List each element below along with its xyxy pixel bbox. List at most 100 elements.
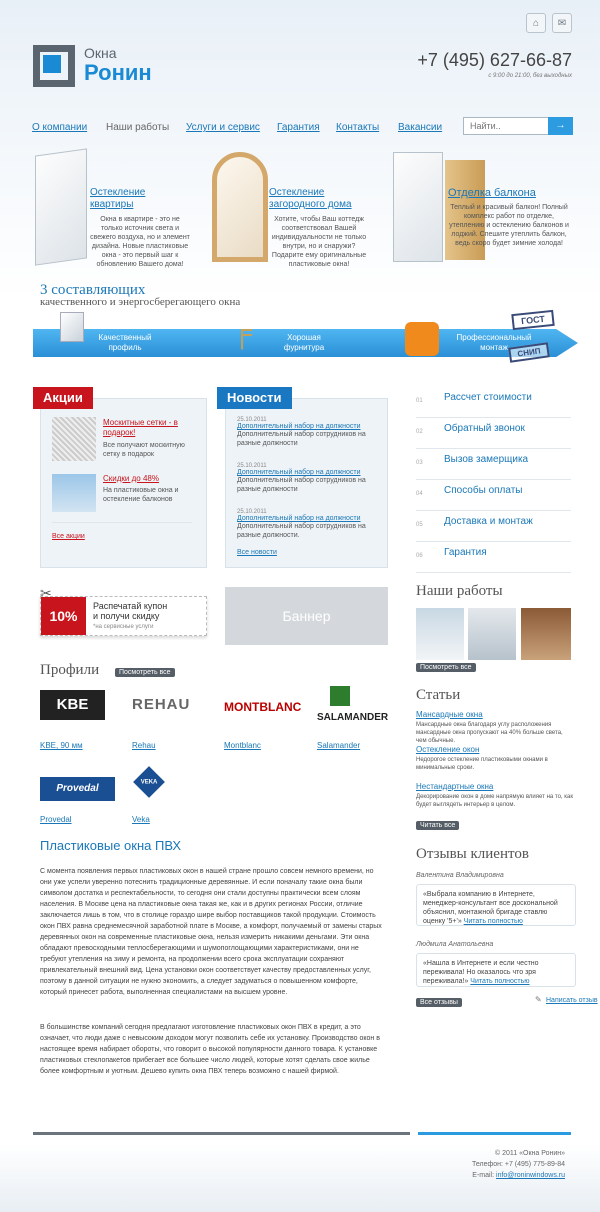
pencil-icon: ✎ (535, 995, 542, 1004)
logo-mark[interactable] (33, 45, 75, 87)
nav-services[interactable]: Услуги и сервис (186, 122, 260, 133)
coupon-line2: и получи скидку (93, 611, 160, 621)
works-see-all[interactable]: Посмотреть все (416, 663, 476, 672)
review-2-author: Людмила Анатольевна (416, 941, 494, 948)
coupon[interactable]: 10% Распечатай купон и получи скидку *на… (40, 596, 207, 636)
work-photo-3[interactable] (521, 608, 571, 660)
coupon-note: *на сервисные услуги (93, 624, 154, 630)
rehau-logo[interactable]: REHAU (132, 696, 190, 713)
banner[interactable]: Баннер (225, 587, 388, 645)
article-item-3-title[interactable]: Нестандартные окна (416, 782, 574, 791)
profile-image (60, 312, 84, 342)
news-item-2: 25.10.2011 Дополнительный набор на должн… (237, 463, 377, 494)
work-photo-2[interactable] (468, 608, 516, 660)
brand-rehau[interactable]: Rehau (132, 741, 156, 750)
review-1-author: Валентина Владимировна (416, 872, 504, 879)
promo-apartment: Остекление квартиры Окна в квартире - эт… (90, 187, 190, 269)
review-2-read-more[interactable]: Читать полностью (470, 978, 529, 985)
promo-balcony-title[interactable]: Отделка балкона (448, 187, 570, 199)
provedal-logo[interactable]: Provedal (40, 777, 115, 801)
service-label: Рассчет стоимости (444, 392, 532, 403)
balcony-image (393, 152, 443, 262)
home-icon[interactable]: ⌂ (526, 13, 546, 33)
drill-icon (405, 322, 439, 356)
service-item-2[interactable]: 02 Обратный звонок (416, 418, 571, 449)
salamander-logo[interactable]: SALAMANDER (317, 712, 388, 723)
montblanc-logo[interactable]: MONTBLANC (224, 700, 301, 714)
news-item-3-title[interactable]: Дополнительный набор на должности (237, 515, 377, 522)
brand-kbe[interactable]: KBE, 90 мм (40, 741, 83, 750)
services-list: 01 Рассчет стоимости 02 Обратный звонок 03… (416, 387, 571, 573)
work-hours: с 9:00 до 21:00, без выходных (488, 73, 572, 79)
nav-guarantee[interactable]: Гарантия (277, 122, 320, 133)
components-subtitle: качественного и энергосберегающего окна (40, 296, 241, 308)
promo-apartment-title[interactable]: Остекление квартиры (90, 187, 190, 211)
reviews-all[interactable]: Все отзывы (416, 998, 462, 1007)
mail-icon[interactable]: ✉ (552, 13, 572, 33)
action-item-2-title[interactable]: Скидки до 48% (103, 474, 203, 483)
service-item-5[interactable]: 05 Доставка и монтаж (416, 511, 571, 542)
footer-email-link[interactable]: info@roninwindows.ru (496, 1172, 565, 1179)
kbe-logo[interactable]: KBE (40, 690, 105, 720)
actions-divider (52, 522, 192, 523)
article-item-2-text: Недорогое остекление пластиковыми окнами… (416, 757, 548, 771)
article-item-2-title[interactable]: Остекление окон (416, 745, 574, 754)
brand-montblanc[interactable]: Montblanc (224, 741, 261, 750)
footer-line-left (33, 1132, 410, 1135)
nav-works[interactable]: Наши работы (106, 122, 169, 133)
review-1-read-more[interactable]: Читать полностью (464, 918, 523, 925)
service-item-3[interactable]: 03 Вызов замерщика (416, 449, 571, 480)
logo-line1: Окна (84, 45, 117, 61)
promo-house: Остекление загородного дома Хотите, чтоб… (269, 187, 369, 269)
article-item-1: Мансардные окна Мансардные окна благодар… (416, 710, 574, 745)
service-num: 06 (416, 553, 423, 559)
news-item-1-text: Дополнительный набор сотрудников на разн… (237, 431, 366, 447)
articles-read-all[interactable]: Читать все (416, 821, 460, 830)
brand-veka[interactable]: Veka (132, 815, 150, 824)
service-num: 03 (416, 460, 423, 466)
component-fittings: Хорошая фурнитура (283, 333, 325, 352)
action-item-2: Скидки до 48% На пластиковые окна и осте… (103, 474, 203, 504)
nav-about[interactable]: О компании (32, 122, 87, 133)
review-2: «Нашла в Интернете и если честно пережив… (416, 953, 576, 987)
service-item-1[interactable]: 01 Рассчет стоимости (416, 387, 571, 418)
mosquito-net-image (52, 417, 96, 461)
service-num: 02 (416, 429, 423, 435)
action-item-1-title[interactable]: Москитные сетки - в подарок! (103, 418, 203, 438)
service-label: Доставка и монтаж (444, 516, 533, 527)
write-review-link[interactable]: Написать отзыв (546, 997, 598, 1004)
work-photo-1[interactable] (416, 608, 464, 660)
promo-house-title[interactable]: Остекление загородного дома (269, 187, 369, 211)
action-item-1-text: Все получают москитную сетку в подарок (103, 442, 185, 458)
profiles-see-all[interactable]: Посмотреть все (115, 668, 175, 677)
news-item-2-title[interactable]: Дополнительный набор на должности (237, 469, 377, 476)
all-actions-link[interactable]: Все акции (52, 533, 85, 540)
article-item-1-title[interactable]: Мансардные окна (416, 710, 574, 719)
nav-vacancies[interactable]: Вакансии (398, 122, 442, 133)
apartment-window-image (35, 148, 87, 266)
footer-copyright: © 2011 «Окна Ронин» (495, 1150, 565, 1157)
reviews-title: Отзывы клиентов (416, 846, 529, 862)
service-item-6[interactable]: 06 Гарантия (416, 542, 571, 573)
brand-provedal[interactable]: Provedal (40, 815, 72, 824)
veka-logo-text: VEKA (140, 778, 158, 785)
veka-logo[interactable]: VEKA (133, 766, 165, 798)
service-label: Вызов замерщика (444, 454, 529, 465)
all-news-link[interactable]: Все новости (237, 549, 277, 556)
footer-phone: Телефон: +7 (495) 775-89-84 (471, 1161, 565, 1168)
article-item-2: Остекление окон Недорогое остекление пла… (416, 745, 574, 772)
nav-contacts[interactable]: Контакты (336, 122, 379, 133)
service-num: 01 (416, 398, 423, 404)
promo-house-text: Хотите, чтобы Ваш коттедж соответствовал… (271, 216, 367, 268)
phone-number: +7 (495) 627-66-87 (417, 50, 572, 70)
news-item-1: 25.10.2011 Дополнительный набор на должн… (237, 417, 377, 448)
news-item-1-title[interactable]: Дополнительный набор на должности (237, 423, 377, 430)
works-title: Наши работы (416, 583, 503, 599)
article-item-1-text: Мансардные окна благодаря углу расположе… (416, 722, 563, 744)
search-button[interactable]: → (548, 117, 573, 135)
promo-balcony: Отделка балкона Теплый и красивый балкон… (448, 187, 570, 248)
service-item-4[interactable]: 04 Способы оплаты (416, 480, 571, 511)
brand-salamander[interactable]: Salamander (317, 741, 360, 750)
review-1: «Выбрала компанию в Интернете, менеджер-… (416, 884, 576, 926)
actions-tag: Акции (33, 387, 93, 409)
